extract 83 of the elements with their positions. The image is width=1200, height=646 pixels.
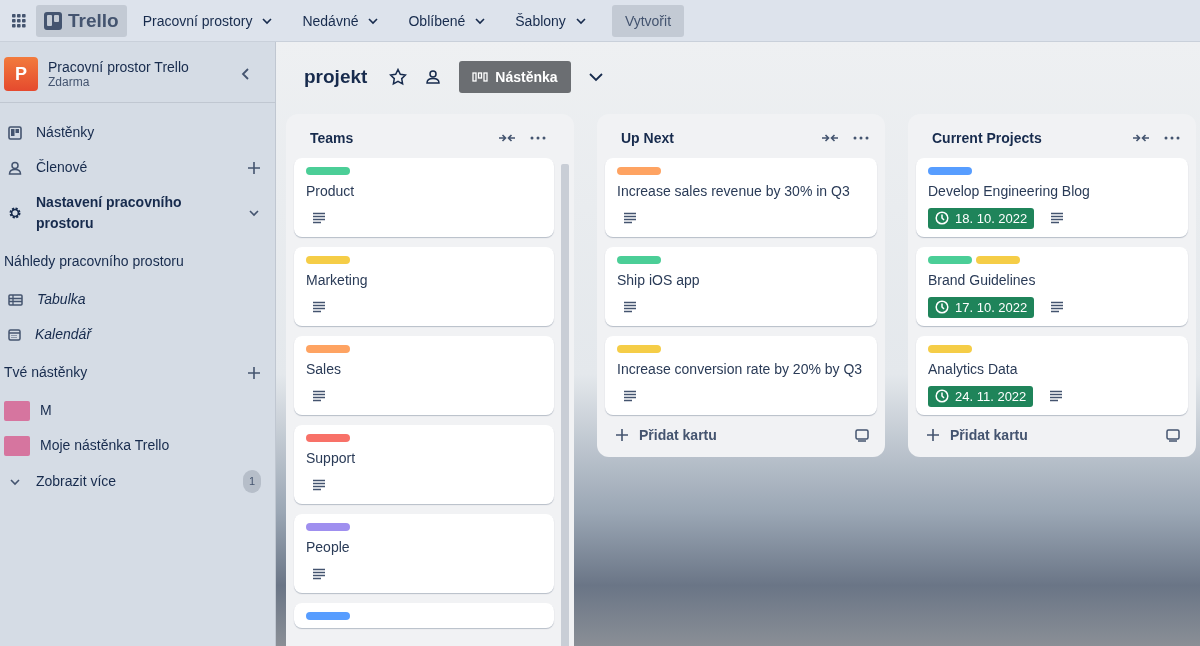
card-title: Increase sales revenue by 30% in Q3: [617, 182, 851, 201]
count-badge: 1: [242, 470, 261, 493]
workspace-plan: Zdarma: [48, 75, 91, 89]
sidebar-item[interactable]: Tabulka: [37, 289, 261, 310]
sidebar-item[interactable]: M: [40, 400, 261, 421]
card[interactable]: [294, 603, 554, 628]
sidebar-item[interactable]: Nastavení pracovního prostoru: [36, 192, 233, 234]
card-label[interactable]: [928, 167, 972, 175]
card-title: Develop Engineering Blog: [928, 182, 1091, 201]
card[interactable]: Develop Engineering Blog 18. 10. 2022: [916, 158, 1188, 237]
card-title: Increase conversion rate by 20% by Q3: [617, 360, 864, 379]
board-logo-icon: [44, 11, 62, 30]
sidebar-item[interactable]: Kalendář: [35, 324, 261, 345]
scrollbar[interactable]: [561, 164, 569, 646]
due-date-badge[interactable]: 24. 11. 2022: [928, 385, 1034, 407]
calendar-icon: [8, 328, 21, 341]
card[interactable]: Support: [294, 425, 554, 504]
clock-icon: [935, 389, 949, 403]
trello-logo[interactable]: Trello: [36, 4, 127, 37]
card-title: Marketing: [306, 271, 369, 290]
sidebar-item[interactable]: Zobrazit více: [36, 471, 229, 492]
card-title: Ship iOS app: [617, 271, 701, 290]
workspace-avatar: P: [4, 57, 38, 91]
card-title: Analytics Data: [928, 360, 1019, 379]
collapse-icon[interactable]: [1132, 133, 1150, 143]
card-title: Sales: [306, 360, 343, 379]
plus-icon[interactable]: [247, 160, 261, 175]
board-view-button[interactable]: Nástěnka: [459, 61, 571, 93]
card-label[interactable]: [306, 523, 350, 531]
nav-menu-button[interactable]: Šablony: [503, 6, 600, 35]
nav-menu-button[interactable]: Pracovní prostory: [130, 6, 287, 35]
card[interactable]: Ship iOS app: [605, 247, 877, 326]
nav-menu-button[interactable]: Nedávné: [290, 6, 393, 35]
collapse-icon[interactable]: [498, 133, 516, 143]
more-icon[interactable]: [530, 136, 546, 140]
card-title: Support: [306, 449, 357, 468]
due-date-badge[interactable]: 18. 10. 2022: [928, 207, 1035, 229]
plus-icon[interactable]: [926, 428, 940, 442]
card[interactable]: People: [294, 514, 554, 593]
more-icon[interactable]: [1164, 136, 1180, 140]
card[interactable]: Product: [294, 158, 554, 237]
card-title: Product: [306, 182, 356, 201]
card[interactable]: Increase sales revenue by 30% in Q3: [605, 158, 877, 237]
template-icon[interactable]: [855, 428, 869, 442]
due-date-badge[interactable]: 17. 10. 2022: [928, 296, 1035, 318]
template-icon[interactable]: [1166, 428, 1180, 442]
board-title[interactable]: projekt: [304, 66, 368, 88]
list-title[interactable]: Teams: [310, 130, 484, 146]
boards-icon: [8, 125, 22, 140]
settings-icon: [8, 206, 22, 220]
card-title: Brand Guidelines: [928, 271, 1037, 290]
person-icon: [8, 160, 22, 175]
card[interactable]: Brand Guidelines 17. 10. 2022: [916, 247, 1188, 326]
add-card-button[interactable]: Přidat kartu: [615, 427, 843, 443]
nav-menu-button[interactable]: Oblíbené: [396, 6, 500, 35]
card-title: People: [306, 538, 351, 557]
plus-icon[interactable]: [247, 365, 261, 380]
apps-grid-icon[interactable]: [12, 13, 26, 28]
sidebar-item[interactable]: Nástěnky: [36, 122, 261, 143]
card[interactable]: Marketing: [294, 247, 554, 326]
section-heading: Náhledy pracovního prostoru: [4, 252, 185, 271]
chevron-left-icon[interactable]: [241, 68, 251, 80]
card[interactable]: Analytics Data 24. 11. 2022: [916, 336, 1188, 415]
collapse-icon[interactable]: [821, 133, 839, 143]
sidebar-item[interactable]: Moje nástěnka Trello: [40, 435, 261, 456]
more-icon[interactable]: [853, 136, 869, 140]
card-label[interactable]: [306, 612, 350, 620]
card[interactable]: Sales: [294, 336, 554, 415]
board-view-icon: [472, 72, 489, 82]
list-title[interactable]: Up Next: [621, 130, 807, 146]
clock-icon: [935, 300, 949, 314]
star-icon[interactable]: [389, 68, 408, 86]
table-icon: [8, 293, 23, 306]
create-button[interactable]: Vytvořit: [611, 4, 685, 37]
list-title[interactable]: Current Projects: [932, 130, 1118, 146]
add-card-button[interactable]: Přidat kartu: [926, 427, 1154, 443]
plus-icon[interactable]: [615, 428, 629, 442]
card[interactable]: Increase conversion rate by 20% by Q3: [605, 336, 877, 415]
clock-icon: [935, 211, 949, 225]
sidebar-item[interactable]: Členové: [36, 157, 233, 178]
card-label[interactable]: [306, 434, 350, 442]
section-heading: Tvé nástěnky: [4, 363, 89, 382]
workspace-name: Pracovní prostor Trello: [48, 59, 189, 75]
